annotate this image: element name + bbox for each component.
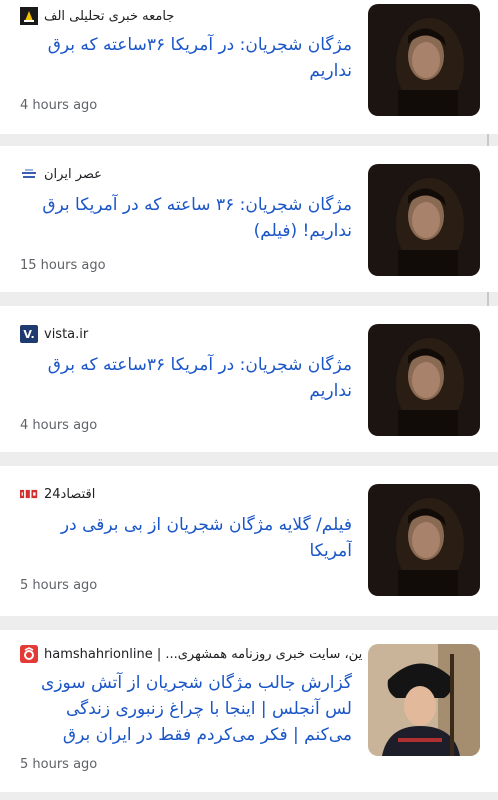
alef-logo-icon [20,7,38,25]
news-card[interactable]: V. vista.ir مژگان شجریان: در آمریکا ۳۶سا… [0,306,498,452]
timestamp: 4 hours ago [20,418,98,433]
thumbnail-image[interactable] [368,324,480,436]
timestamp: 4 hours ago [20,98,98,113]
news-feed: جامعه خبری تحلیلی الف مژگان شجریان: در آ… [0,0,498,800]
headline-link[interactable]: مژگان شجریان: در آمریکا ۳۶ساعته که برق ن… [18,32,352,84]
news-source[interactable]: اقتصاد24 [20,484,95,504]
source-name: اقتصاد24 [44,486,96,502]
news-card[interactable]: عصر ایران مژگان شجریان: ۳۶ ساعته که در آ… [0,146,498,292]
timestamp: 5 hours ago [20,757,98,772]
headline-link[interactable]: فیلم/ گلایه مژگان شجریان از بی برقی در آ… [18,512,352,564]
source-name: عصر ایران [44,166,102,182]
thumbnail-image[interactable] [368,164,480,276]
vista-logo-icon: V. [20,325,38,343]
news-source[interactable]: جامعه خبری تحلیلی الف [20,6,174,26]
source-name: hamshahrionline | ...ین، سایت خبری روزنا… [44,646,363,662]
hamshahri-logo-icon [20,645,38,663]
timestamp: 5 hours ago [20,578,98,593]
source-name: vista.ir [44,326,89,342]
headline-link[interactable]: گزارش جالب مژگان شجریان از آتش سوزی لس آ… [18,670,352,748]
asriran-logo-icon [20,165,38,183]
news-source[interactable]: عصر ایران [20,164,102,184]
headline-link[interactable]: مژگان شجریان: ۳۶ ساعته که در آمریکا برق … [18,192,352,244]
news-card[interactable]: جامعه خبری تحلیلی الف مژگان شجریان: در آ… [0,0,498,134]
news-card[interactable]: اقتصاد24 فیلم/ گلایه مژگان شجریان از بی … [0,466,498,616]
thumbnail-image[interactable] [368,484,480,596]
source-name: جامعه خبری تحلیلی الف [44,8,175,24]
headline-link[interactable]: مژگان شجریان: در آمریکا ۳۶ساعته که برق ن… [18,352,352,404]
eghtesad24-logo-icon [20,485,38,503]
news-card[interactable]: hamshahrionline | ...ین، سایت خبری روزنا… [0,630,498,792]
timestamp: 15 hours ago [20,258,106,273]
thumbnail-image[interactable] [368,644,480,756]
thumbnail-image[interactable] [368,4,480,116]
news-source[interactable]: hamshahrionline | ...ین، سایت خبری روزنا… [20,644,362,664]
news-source[interactable]: V. vista.ir [20,324,88,344]
